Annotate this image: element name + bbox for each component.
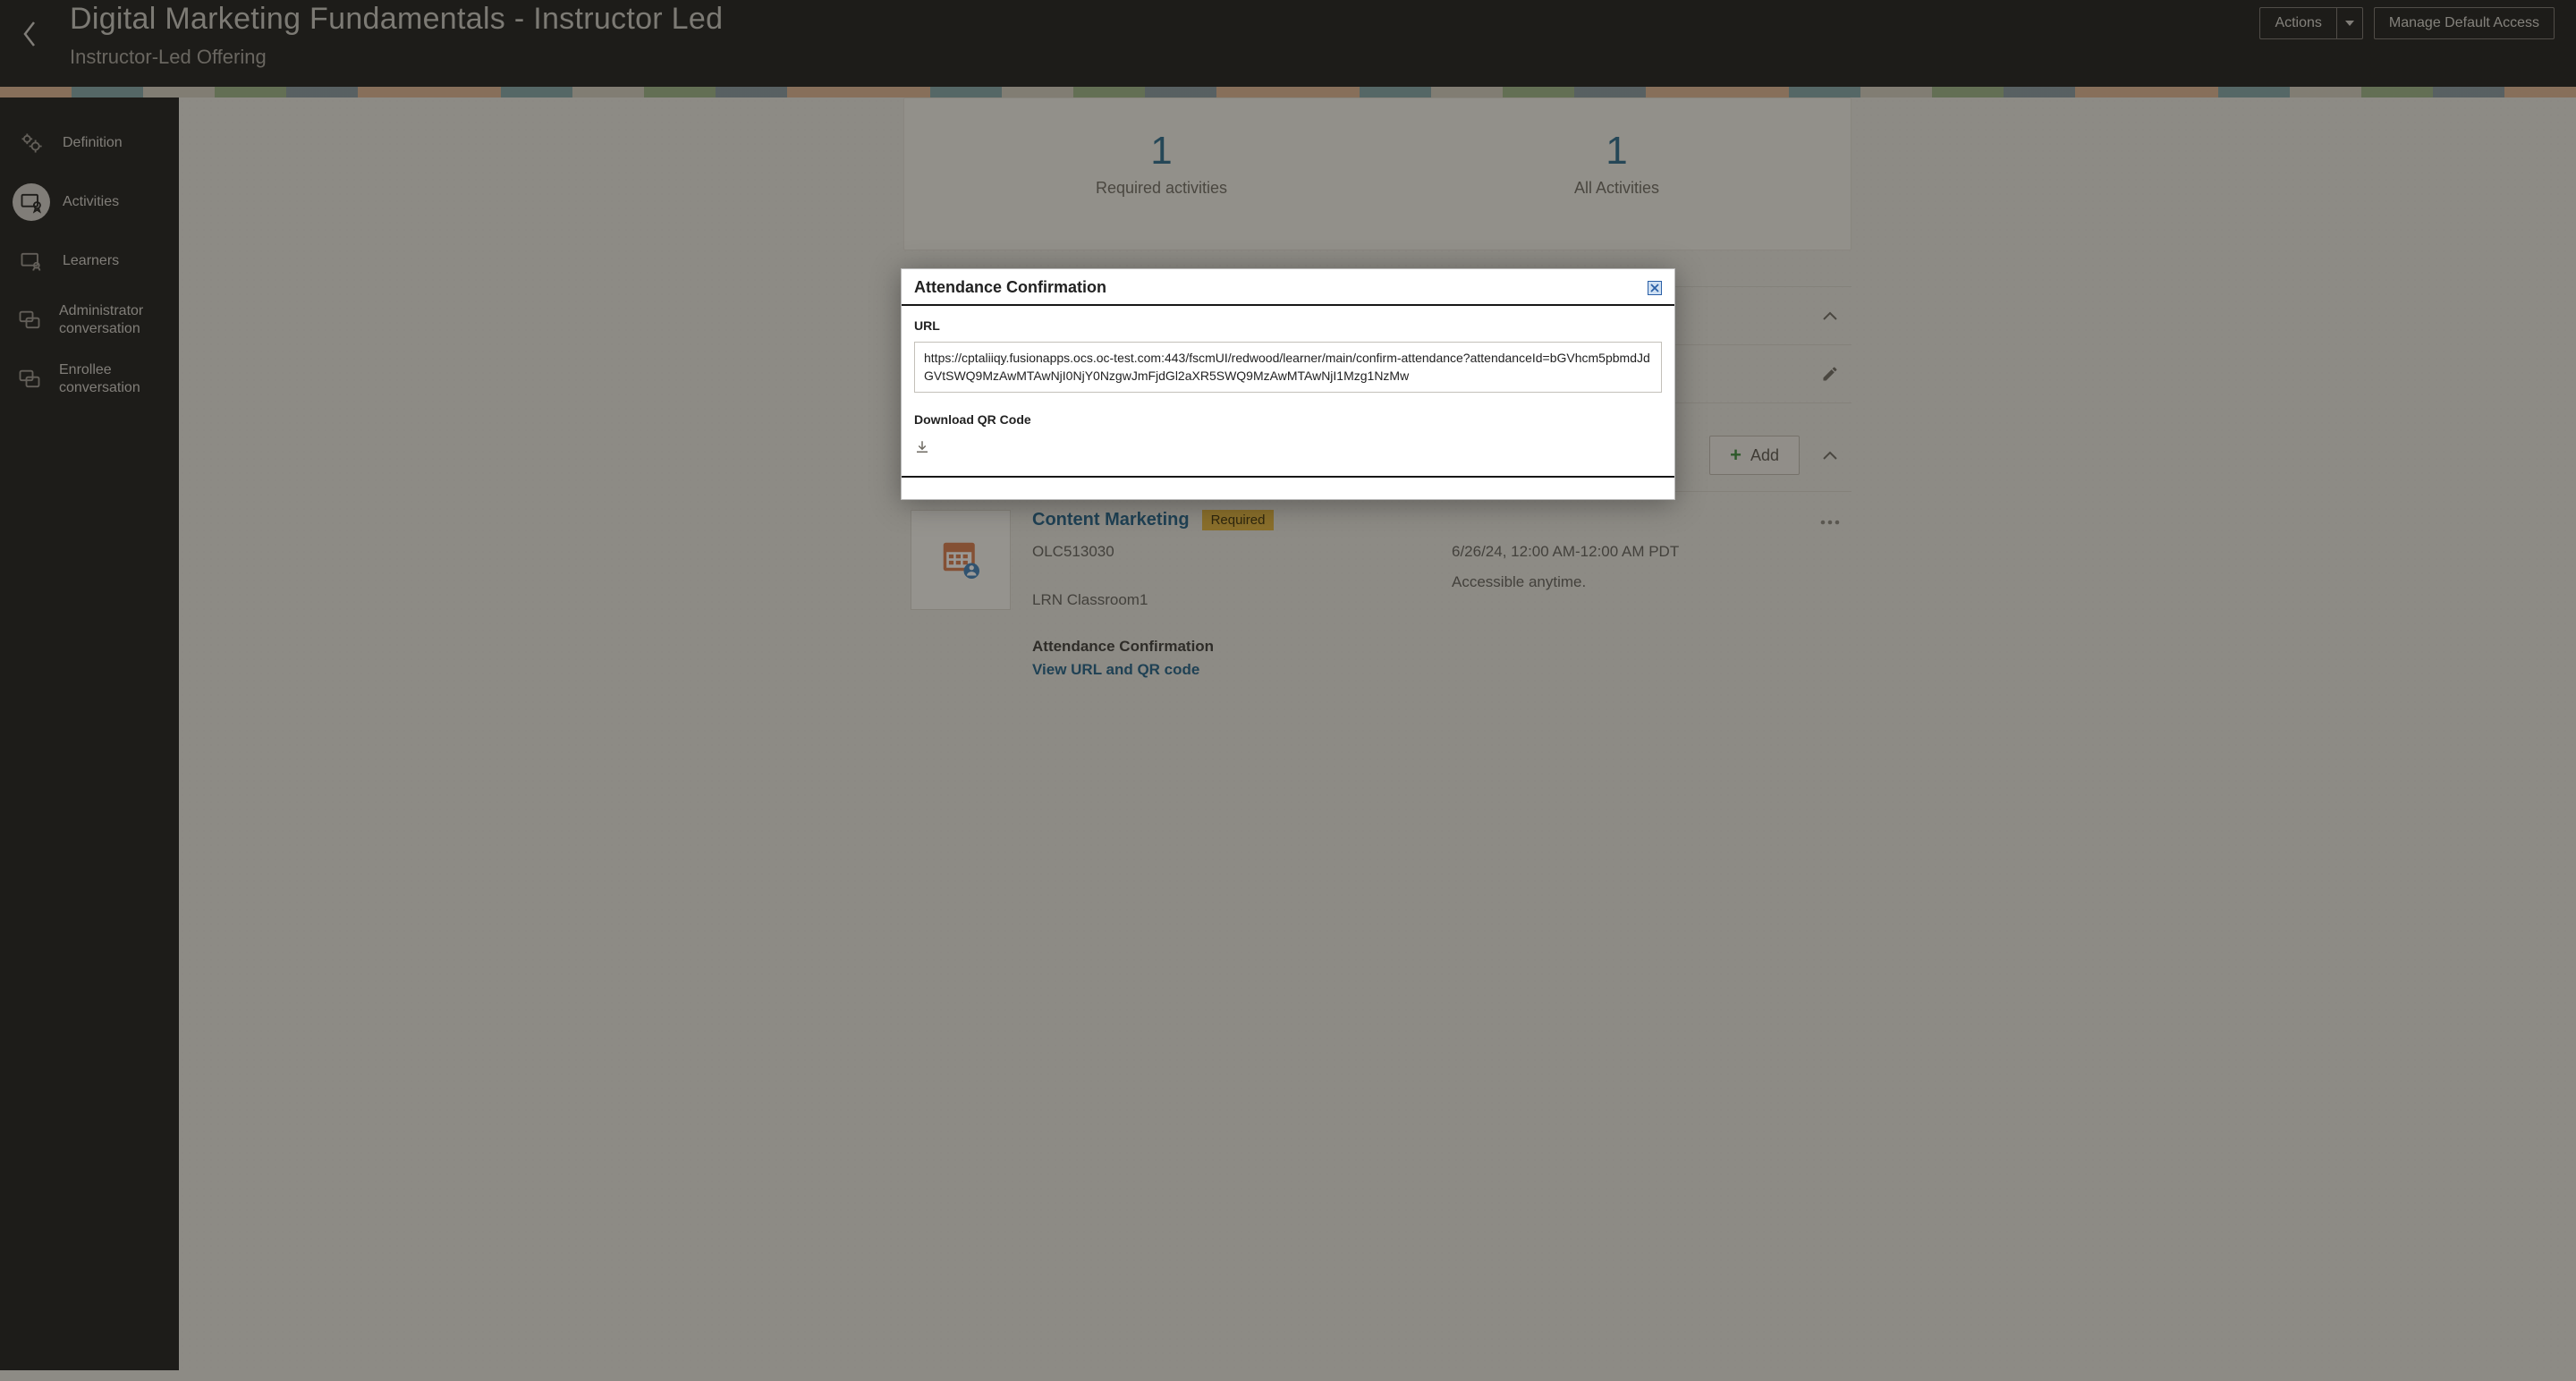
dialog-header: Attendance Confirmation bbox=[902, 269, 1674, 306]
modal-overlay: Attendance Confirmation URL https://cpta… bbox=[0, 0, 2576, 1381]
url-textbox[interactable]: https://cptaliiqy.fusionapps.ocs.oc-test… bbox=[914, 342, 1662, 393]
download-qr-button[interactable] bbox=[914, 439, 930, 455]
attendance-dialog: Attendance Confirmation URL https://cpta… bbox=[901, 268, 1675, 500]
qr-download-label: Download QR Code bbox=[914, 412, 1662, 427]
url-label: URL bbox=[914, 318, 1662, 333]
dialog-body: URL https://cptaliiqy.fusionapps.ocs.oc-… bbox=[902, 306, 1674, 476]
app-root: Digital Marketing Fundamentals - Instruc… bbox=[0, 0, 2576, 1381]
dialog-footer bbox=[902, 476, 1674, 499]
dialog-close-button[interactable] bbox=[1648, 281, 1662, 295]
dialog-title: Attendance Confirmation bbox=[914, 278, 1106, 297]
